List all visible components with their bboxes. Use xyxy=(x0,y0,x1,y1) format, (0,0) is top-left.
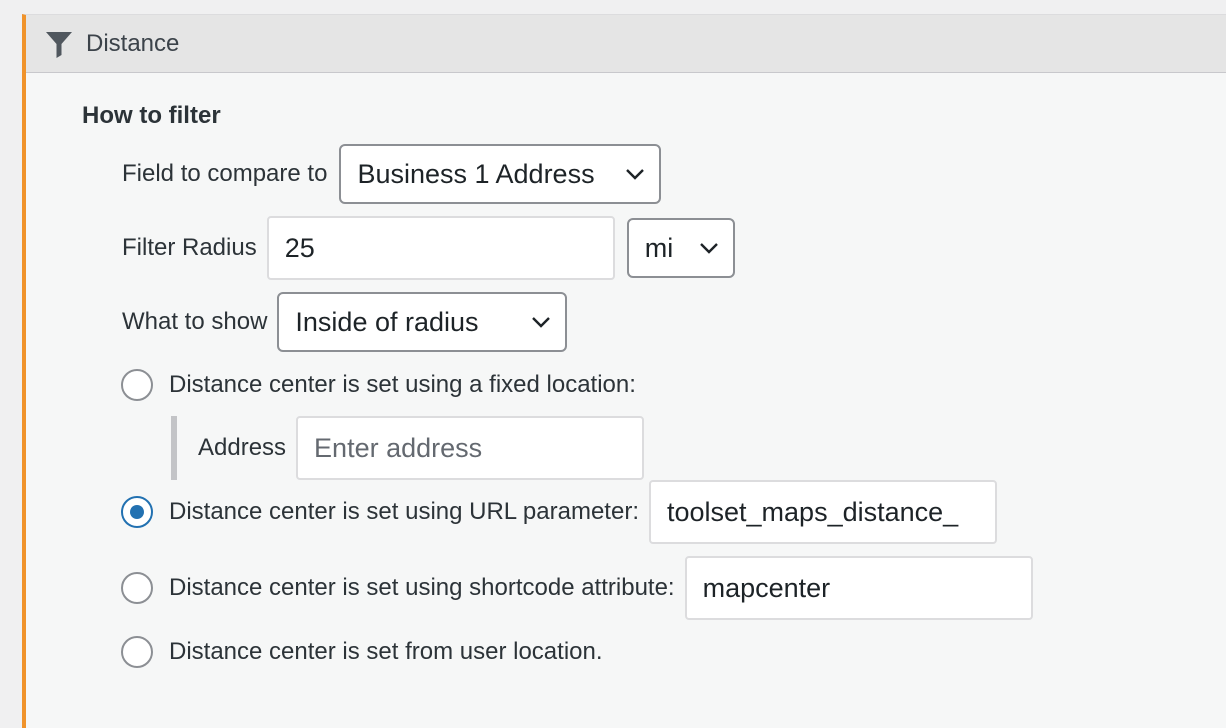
shortcode-attribute-value: mapcenter xyxy=(702,572,831,603)
center-fixed-radio[interactable] xyxy=(121,369,153,401)
section-heading: How to filter xyxy=(82,102,221,129)
url-parameter-input[interactable]: toolset_maps_distance_ xyxy=(648,480,997,544)
center-url-radio[interactable] xyxy=(121,496,153,528)
filter-radius-value: 25 xyxy=(284,232,315,263)
panel-title: Distance xyxy=(86,29,180,57)
field-compare-value: Business 1 Address xyxy=(357,158,595,189)
what-to-show-label: What to show xyxy=(122,308,268,335)
field-compare-row: Field to compare to Business 1 Address xyxy=(122,144,662,204)
address-indent-bar xyxy=(171,416,177,480)
address-row: Address Enter address xyxy=(198,416,645,480)
chevron-down-icon xyxy=(532,317,551,328)
center-option-shortcode[interactable]: Distance center is set using shortcode a… xyxy=(121,556,1033,620)
center-option-fixed[interactable]: Distance center is set using a fixed loc… xyxy=(121,369,636,401)
center-user-location-label: Distance center is set from user locatio… xyxy=(169,638,603,665)
shortcode-attribute-input[interactable]: mapcenter xyxy=(684,556,1033,620)
radius-unit-value: mi xyxy=(644,232,674,263)
center-shortcode-label: Distance center is set using shortcode a… xyxy=(169,574,675,601)
address-label: Address xyxy=(198,434,287,461)
what-to-show-value: Inside of radius xyxy=(295,306,479,337)
panel-header[interactable]: Distance xyxy=(26,15,1226,73)
filter-radius-label: Filter Radius xyxy=(122,234,257,261)
chevron-down-icon xyxy=(699,243,718,254)
center-option-user-location[interactable]: Distance center is set from user locatio… xyxy=(121,636,603,668)
url-parameter-value: toolset_maps_distance_ xyxy=(666,496,959,527)
field-compare-select[interactable]: Business 1 Address xyxy=(339,144,662,204)
filter-icon xyxy=(44,29,74,59)
radius-unit-select[interactable]: mi xyxy=(626,218,735,278)
filter-radius-row: Filter Radius 25 mi xyxy=(122,216,735,280)
what-to-show-row: What to show Inside of radius xyxy=(122,292,568,352)
center-option-url[interactable]: Distance center is set using URL paramet… xyxy=(121,480,997,544)
filter-radius-input[interactable]: 25 xyxy=(266,216,615,280)
address-input[interactable]: Enter address xyxy=(296,416,645,480)
center-fixed-label: Distance center is set using a fixed loc… xyxy=(169,371,636,398)
center-shortcode-radio[interactable] xyxy=(121,572,153,604)
what-to-show-select[interactable]: Inside of radius xyxy=(277,292,568,352)
center-url-label: Distance center is set using URL paramet… xyxy=(169,498,639,525)
field-compare-label: Field to compare to xyxy=(122,160,328,187)
center-user-location-radio[interactable] xyxy=(121,636,153,668)
chevron-down-icon xyxy=(626,169,645,180)
